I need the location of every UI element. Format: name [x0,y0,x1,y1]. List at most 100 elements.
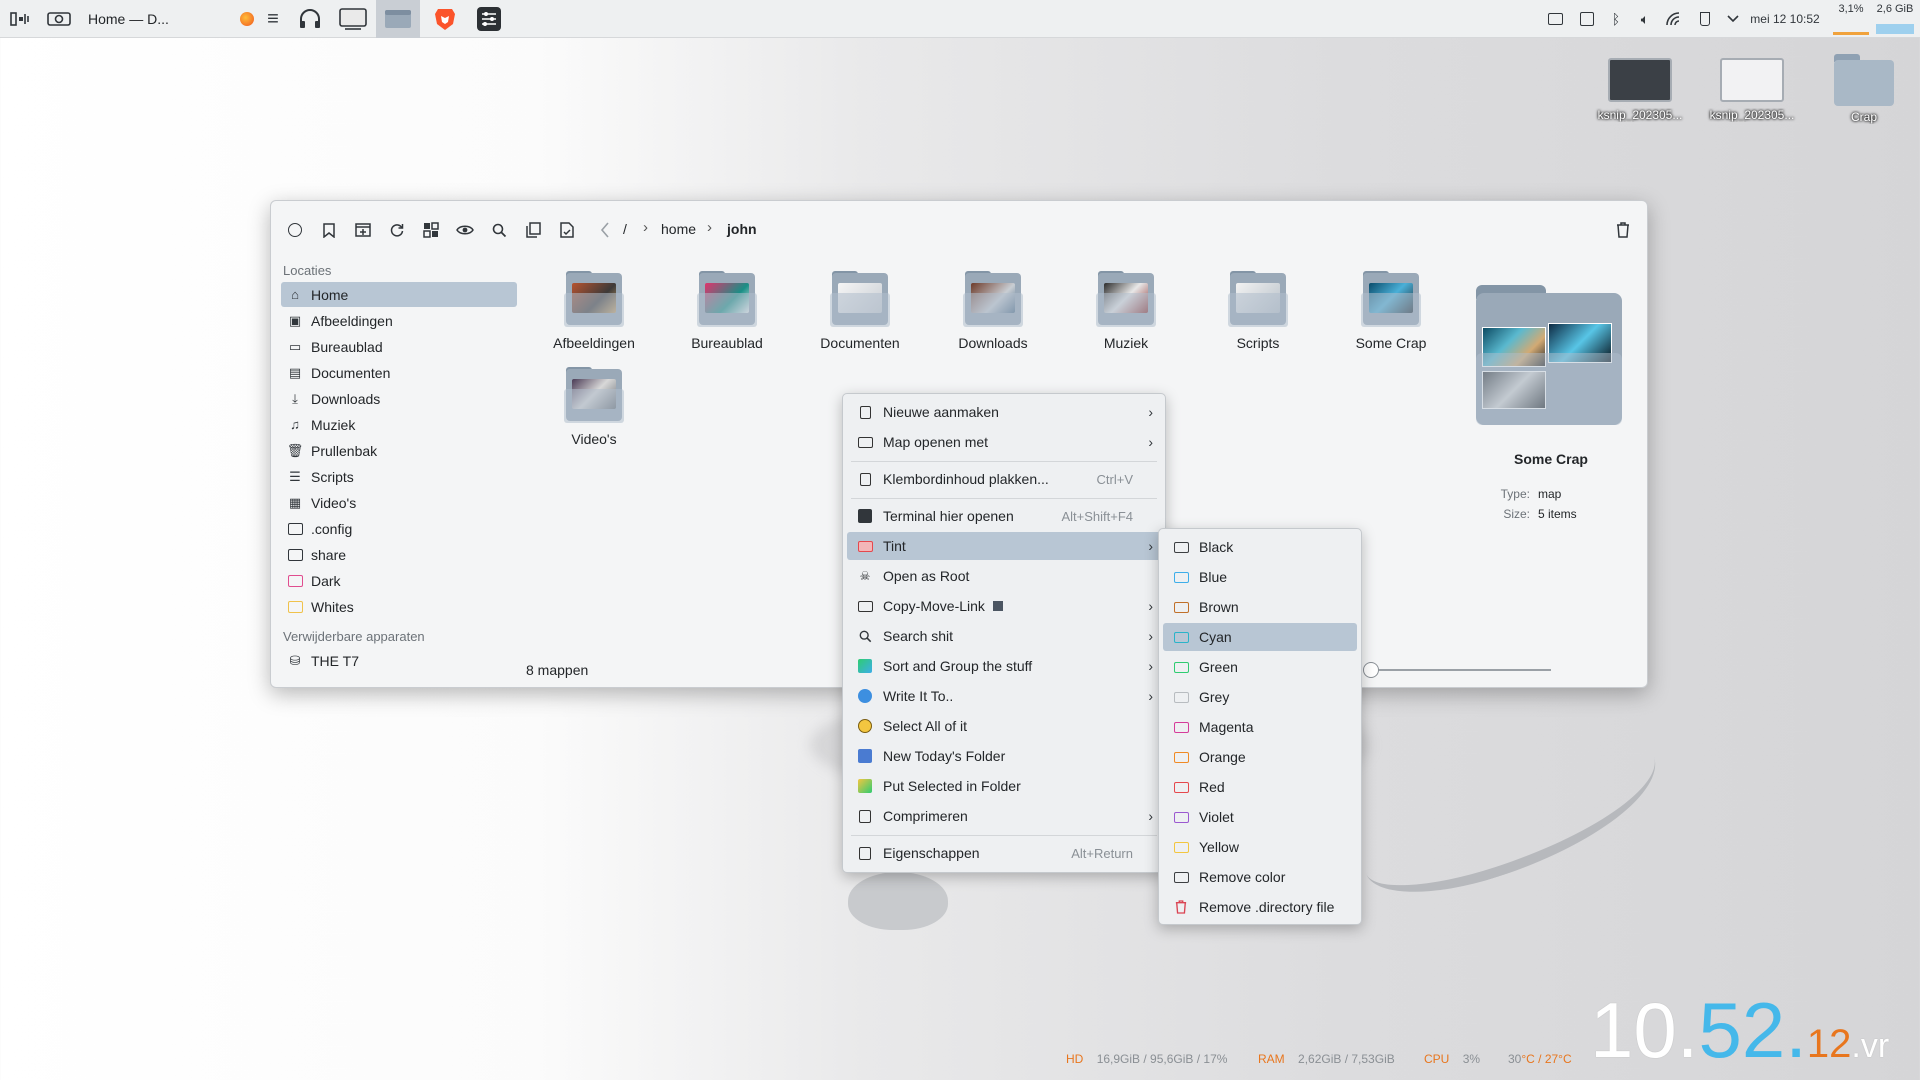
menu-item-klembordinhoud-plakken[interactable]: Klembordinhoud plakken... Ctrl+V [847,465,1161,493]
menu-item-map-openen-met[interactable]: Map openen met › [847,428,1161,456]
digital-clock[interactable]: mei 12 10:52 [1748,0,1822,38]
breadcrumb-separator-icon: › [707,219,712,236]
system-settings-icon[interactable] [474,0,504,38]
menu-item-open-as-root[interactable]: ☠ Open as Root [847,562,1161,590]
sidebar-item-documenten[interactable]: ▤ Documenten [281,360,517,385]
trash-icon[interactable] [1611,219,1635,241]
sidebar-item-whites[interactable]: Whites [281,594,517,619]
notifications-icon[interactable] [1544,0,1566,38]
menu-item-tint[interactable]: Tint › [847,532,1161,560]
tint-item-grey[interactable]: Grey [1163,683,1357,711]
paste-icon[interactable] [555,219,579,241]
info-badge-icon [992,601,1003,611]
folder-icon [287,547,303,563]
folder-videos[interactable]: Video's [534,367,654,447]
tint-item-green[interactable]: Green [1163,653,1357,681]
menu-item-new-todays-folder[interactable]: New Today's Folder [847,742,1161,770]
folder-downloads[interactable]: Downloads [933,271,1053,351]
new-tab-icon[interactable] [351,219,375,241]
tint-item-remove-color[interactable]: Remove color [1163,863,1357,891]
search-icon[interactable] [487,219,511,241]
folder-bureaublad[interactable]: Bureaublad [667,271,787,351]
zoom-slider[interactable] [1371,669,1551,671]
terminal-icon [857,508,873,524]
sidebar-item-dark[interactable]: Dark [281,568,517,593]
menu-item-terminal-hier-openen[interactable]: Terminal hier openen Alt+Shift+F4 [847,502,1161,530]
folder-scripts[interactable]: Scripts [1198,271,1318,351]
tint-item-black[interactable]: Black [1163,533,1357,561]
zoom-slider-handle[interactable] [1363,662,1379,678]
menu-item-put-selected-in-folder[interactable]: Put Selected in Folder [847,772,1161,800]
menu-item-copy-move-link[interactable]: Copy-Move-Link › [847,592,1161,620]
folder-muziek[interactable]: Muziek [1066,271,1186,351]
sidebar-item-videos[interactable]: ▦ Video's [281,490,517,515]
menu-item-sort-and-group[interactable]: Sort and Group the stuff › [847,652,1161,680]
view-mode-icon[interactable] [419,219,443,241]
headphones-icon[interactable] [296,0,324,38]
tint-item-remove-directory-file[interactable]: Remove .directory file [1163,893,1357,921]
copy-icon[interactable] [521,219,545,241]
brave-browser-icon[interactable] [430,0,460,38]
bookmark-icon[interactable] [317,219,341,241]
menu-item-eigenschappen[interactable]: Eigenschappen Alt+Return [847,839,1161,867]
folder-pink-icon [287,573,303,589]
breadcrumb-root[interactable]: / [623,221,627,237]
sidebar-item-muziek[interactable]: ♫ Muziek [281,412,517,437]
folder-afbeeldingen[interactable]: Afbeeldingen [534,271,654,351]
firefox-icon[interactable] [238,0,256,38]
tint-item-brown[interactable]: Brown [1163,593,1357,621]
tint-item-violet[interactable]: Violet [1163,803,1357,831]
sidebar-item-prullenbak[interactable]: 🗑︎ Prullenbak [281,438,517,463]
volume-icon[interactable]: 🔈︎ [1634,0,1656,38]
memory-indicator[interactable]: 2,6 GiB [1872,0,1918,18]
tint-item-magenta[interactable]: Magenta [1163,713,1357,741]
application-launcher-icon[interactable] [6,0,36,38]
folder-some-crap[interactable]: Some Crap [1331,271,1451,351]
document-icon: ▤ [288,364,302,380]
folder-documenten[interactable]: Documenten [800,271,920,351]
menu-icon[interactable]: ≡ [260,0,286,38]
menu-item-nieuwe-aanmaken[interactable]: Nieuwe aanmaken › [847,398,1161,426]
back-arrow-icon[interactable] [593,219,617,241]
desktop-folder-crap[interactable]: Crap [1814,50,1914,124]
sidebar-item-downloads[interactable]: ⤓ Downloads [281,386,517,411]
menu-item-comprimeren[interactable]: Comprimeren › [847,802,1161,830]
sidebar-item-home[interactable]: ⌂ Home [281,282,517,307]
active-window-title[interactable]: Home — D... [88,0,218,38]
sidebar-item-share[interactable]: share [281,542,517,567]
menu-item-write-it-to[interactable]: Write It To.. › [847,682,1161,710]
desktop-file-ksnip-2[interactable]: ksnip_202305... [1702,50,1802,122]
taskbar-file-manager-icon[interactable] [376,0,420,38]
eye-icon[interactable] [453,219,477,241]
tint-item-yellow[interactable]: Yellow [1163,833,1357,861]
tint-item-orange[interactable]: Orange [1163,743,1357,771]
menu-separator [851,461,1157,462]
screenshot-icon[interactable] [44,0,74,38]
sidebar-item-scripts[interactable]: ☰ Scripts [281,464,517,489]
delete-icon [1173,899,1189,915]
menu-item-select-all[interactable]: Select All of it [847,712,1161,740]
video-icon: ▦ [288,494,302,510]
monitor-icon[interactable] [338,0,368,38]
tint-item-red[interactable]: Red [1163,773,1357,801]
sidebar-item-bureaublad[interactable]: ▭ Bureaublad [281,334,517,359]
circle-icon[interactable] [283,219,307,241]
breadcrumb-home[interactable]: home [661,221,696,237]
bluetooth-icon[interactable]: ᛒ [1606,0,1626,38]
refresh-icon[interactable] [385,219,409,241]
network-icon[interactable] [1664,0,1686,38]
menu-item-search-shit[interactable]: Search shit › [847,622,1161,650]
device-notifier-icon[interactable] [1694,0,1716,38]
sidebar-item-afbeeldingen[interactable]: ▣ Afbeeldingen [281,308,517,333]
breadcrumb-john[interactable]: john [727,221,757,237]
sidebar-item-the-t7[interactable]: ⛁ THE T7 [281,648,517,673]
menu-separator [851,835,1157,836]
cpu-load-indicator[interactable]: 3,1% [1832,0,1870,18]
tint-item-cyan[interactable]: Cyan [1163,623,1357,651]
tint-item-blue[interactable]: Blue [1163,563,1357,591]
sidebar-item-config[interactable]: .config [281,516,517,541]
chevron-down-icon[interactable] [1722,0,1744,38]
desktop-file-ksnip-1[interactable]: ksnip_202305... [1590,50,1690,122]
clipboard-icon[interactable] [1576,0,1598,38]
usb-drive-icon: ⛁ [289,652,301,668]
